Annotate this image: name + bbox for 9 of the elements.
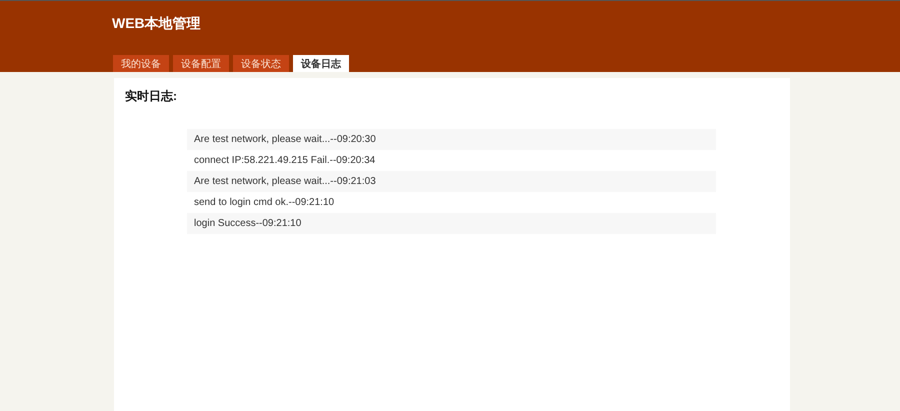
tab[interactable]: 设备日志 <box>293 55 349 72</box>
app-title: WEB本地管理 <box>112 15 202 33</box>
tab[interactable]: 设备配置 <box>173 55 229 72</box>
log-entry: Are test network, please wait...--09:21:03 <box>187 171 716 192</box>
log-entry: Are test network, please wait...--09:20:30 <box>187 129 716 150</box>
section-title: 实时日志: <box>125 88 178 105</box>
tab[interactable]: 我的设备 <box>113 55 169 72</box>
log-entry: login Success--09:21:10 <box>187 213 716 234</box>
tab[interactable]: 设备状态 <box>233 55 289 72</box>
